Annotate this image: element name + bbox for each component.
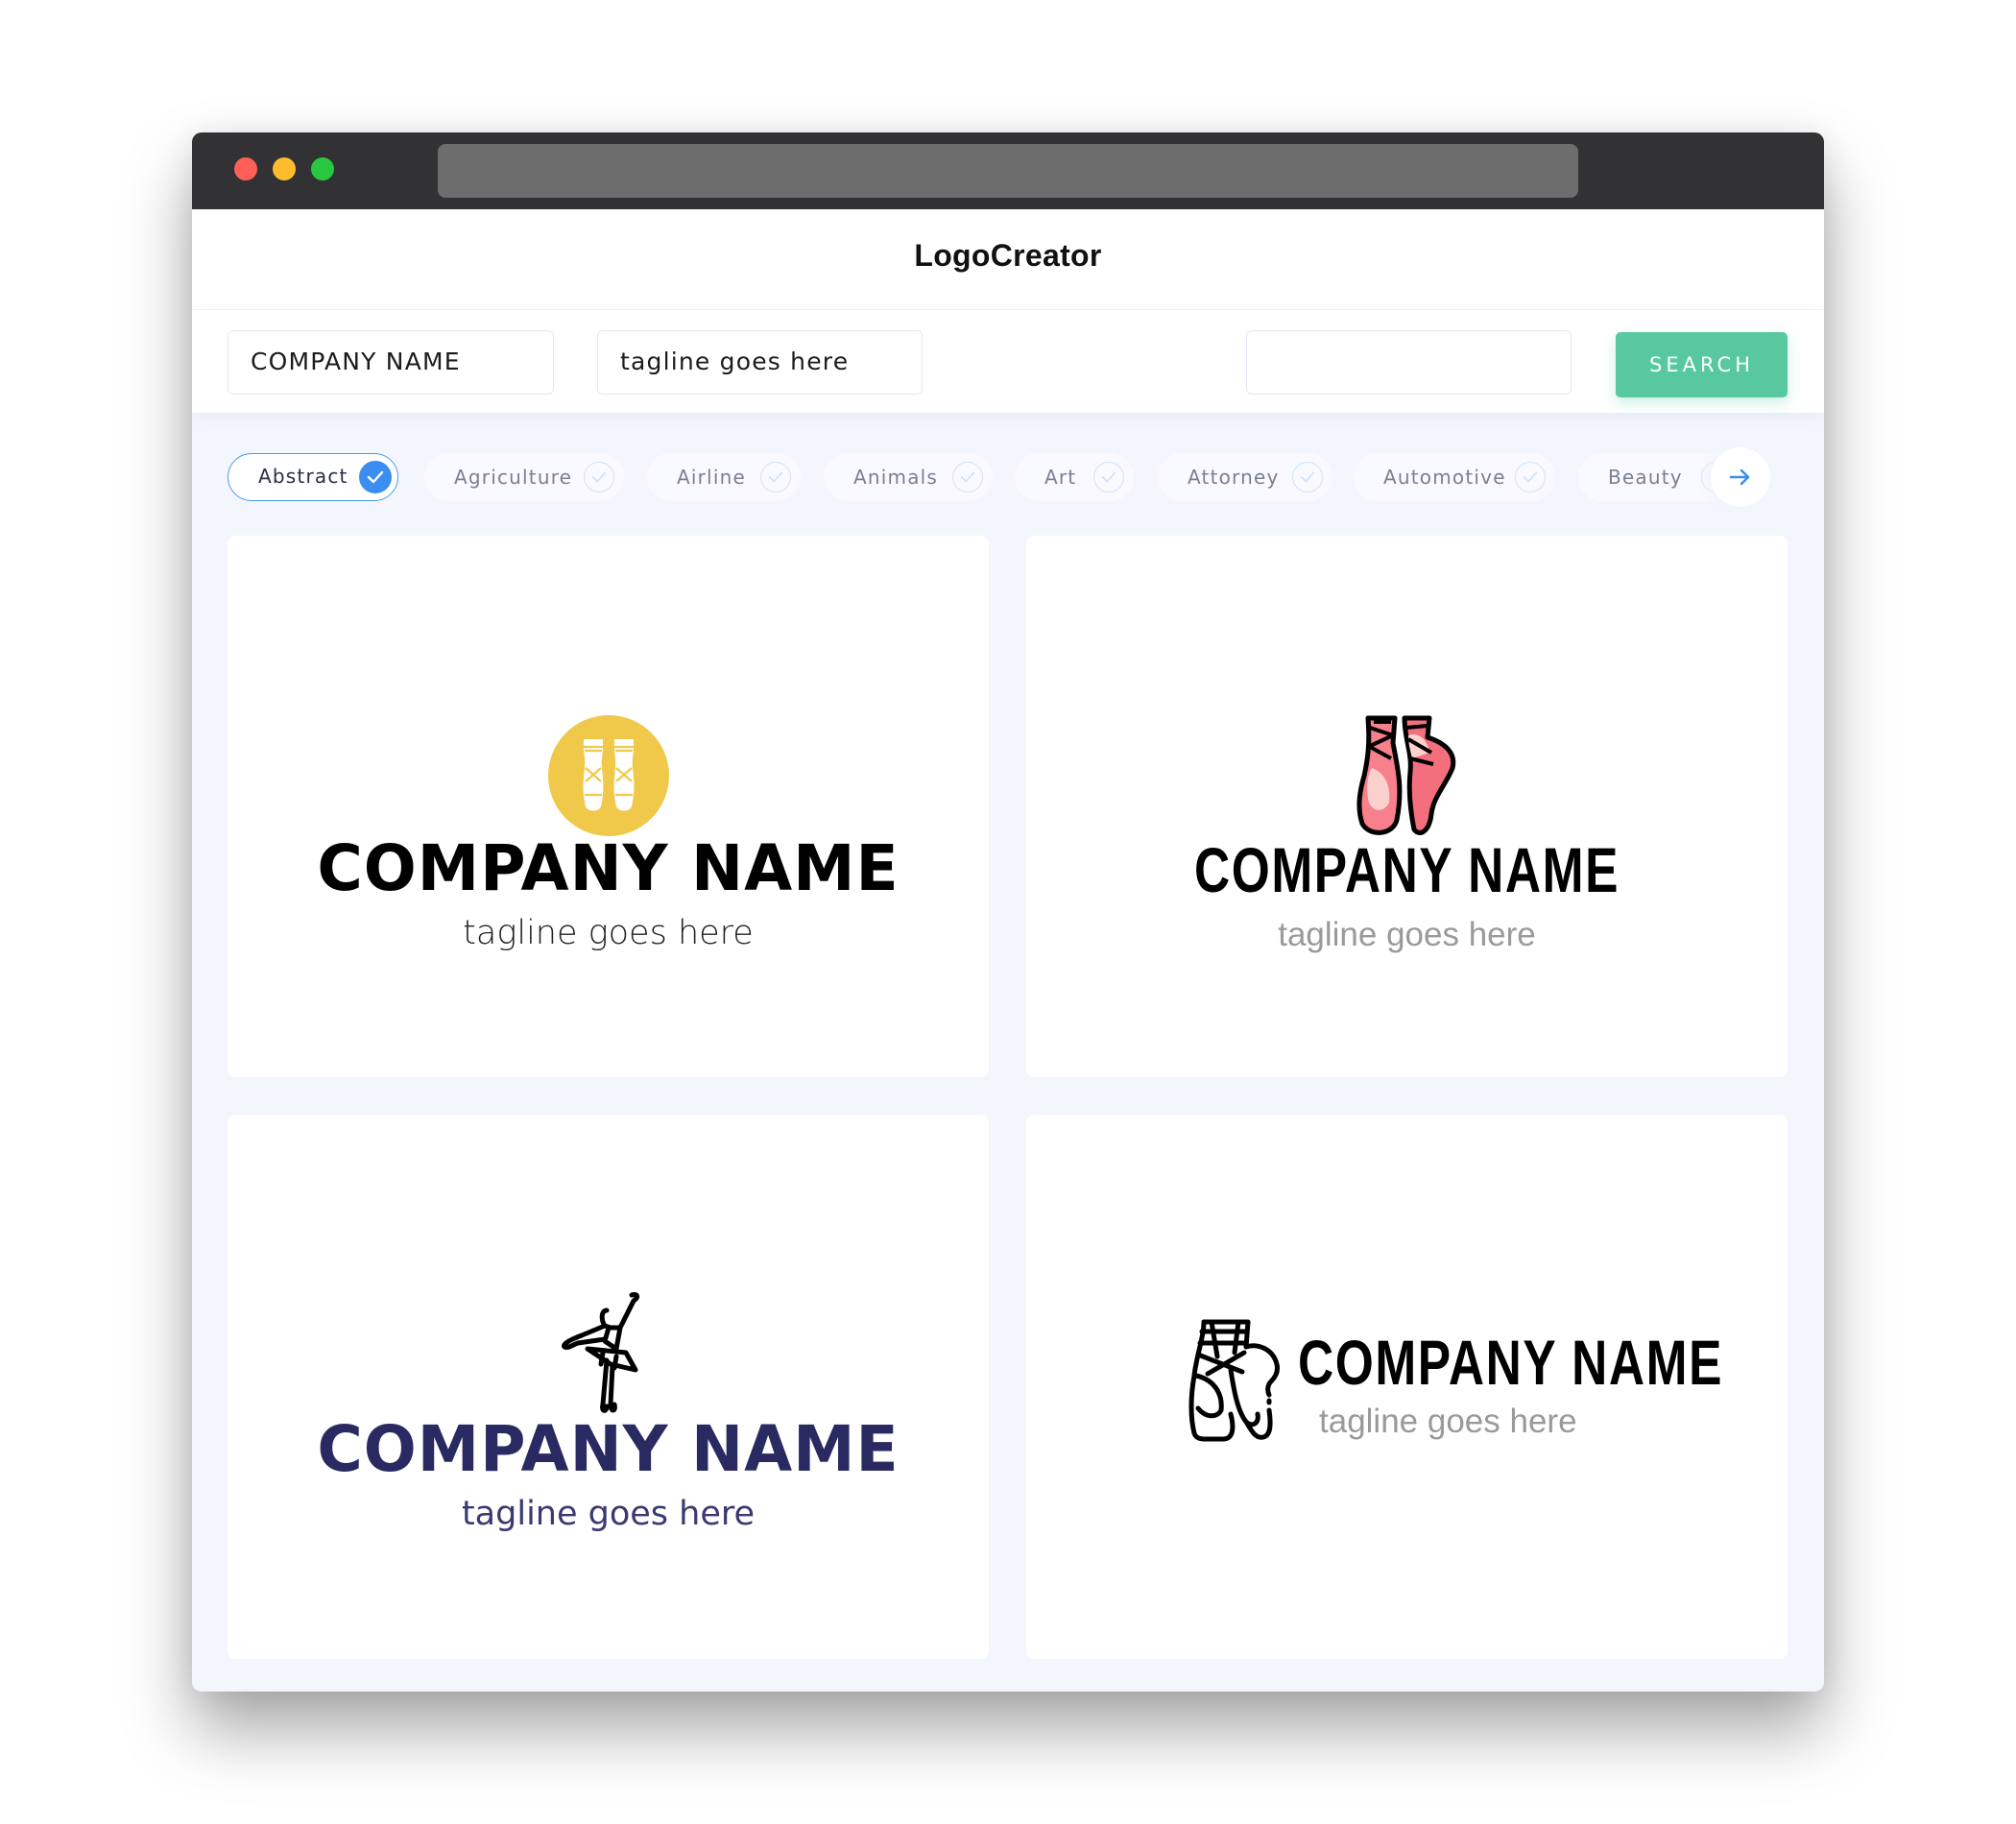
logo-card[interactable]: COMPANY NAME tagline goes here (1026, 1115, 1788, 1659)
app-header: LogoCreator (192, 209, 1824, 310)
category-label: Beauty (1608, 466, 1683, 489)
search-bar: SEARCH (192, 310, 1824, 413)
company-name-text: COMPANY NAME (317, 831, 900, 905)
category-label: Airline (677, 466, 746, 489)
arrow-right-icon (1729, 468, 1750, 486)
tagline-text: tagline goes here (463, 914, 754, 952)
browser-window: LogoCreator SEARCH Abstract Agriculture … (192, 132, 1824, 1692)
logo-card[interactable]: COMPANY NAME tagline goes here (228, 1115, 989, 1659)
tagline-input[interactable] (620, 331, 922, 393)
category-label: Art (1044, 466, 1077, 489)
search-button[interactable]: SEARCH (1616, 332, 1788, 397)
category-chip-attorney[interactable]: Attorney (1158, 453, 1332, 501)
maximize-window-button[interactable] (311, 157, 334, 180)
tagline-text: tagline goes here (1278, 916, 1536, 953)
company-name-input[interactable] (251, 331, 553, 393)
logo-card[interactable]: COMPANY NAME tagline goes here (228, 536, 989, 1077)
tagline-field[interactable] (597, 330, 923, 395)
category-label: Agriculture (454, 466, 573, 489)
keyword-input[interactable] (1269, 331, 1571, 393)
check-icon (359, 461, 392, 493)
keyword-field[interactable] (1246, 330, 1572, 395)
title-bar (192, 132, 1824, 209)
category-label: Abstract (258, 465, 348, 488)
ballerina-icon (562, 1292, 640, 1413)
company-name-field[interactable] (228, 330, 554, 395)
tagline-text: tagline goes here (461, 1495, 756, 1533)
ballet-shoes-circle-icon (548, 715, 669, 836)
company-name-text: COMPANY NAME (1298, 1327, 1723, 1398)
app-title: LogoCreator (914, 238, 1102, 273)
category-filter-bar: Abstract Agriculture Airline Animals Art… (192, 413, 1824, 518)
logo-card[interactable]: COMPANY NAME tagline goes here (1026, 536, 1788, 1077)
category-chip-agriculture[interactable]: Agriculture (424, 453, 624, 501)
pointe-shoes-outline-icon (1188, 1319, 1280, 1442)
category-label: Automotive (1383, 466, 1506, 489)
check-icon (1292, 462, 1323, 492)
check-icon (952, 462, 983, 492)
company-name-text: COMPANY NAME (1194, 834, 1620, 905)
company-name-text: COMPANY NAME (317, 1412, 900, 1486)
category-label: Animals (853, 466, 939, 489)
next-categories-button[interactable] (1711, 447, 1770, 507)
check-icon (584, 462, 614, 492)
tagline-text: tagline goes here (1319, 1403, 1577, 1440)
check-icon (760, 462, 791, 492)
pink-pointe-shoes-icon (1356, 715, 1456, 835)
category-chip-art[interactable]: Art (1015, 453, 1134, 501)
category-label: Attorney (1188, 466, 1280, 489)
category-chip-abstract[interactable]: Abstract (228, 453, 398, 501)
check-icon (1093, 462, 1124, 492)
minimize-window-button[interactable] (273, 157, 296, 180)
check-icon (1515, 462, 1546, 492)
close-window-button[interactable] (234, 157, 257, 180)
category-chip-airline[interactable]: Airline (647, 453, 801, 501)
address-bar[interactable] (438, 144, 1578, 198)
category-chip-automotive[interactable]: Automotive (1354, 453, 1555, 501)
category-chip-animals[interactable]: Animals (824, 453, 993, 501)
